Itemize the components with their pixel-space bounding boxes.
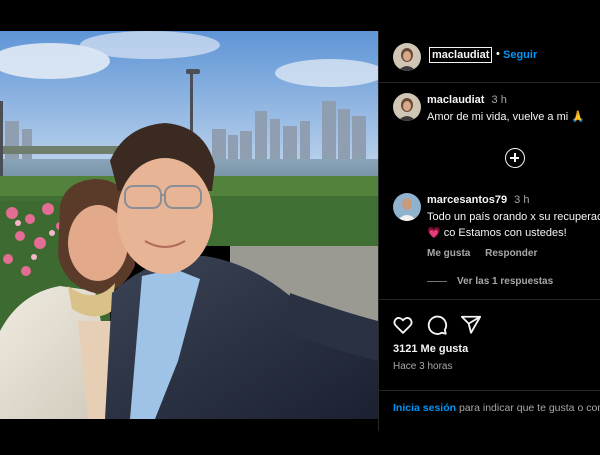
caption-text: Amor de mi vida, vuelve a mi 🙏 <box>427 111 585 123</box>
comment-icon[interactable] <box>426 314 448 336</box>
login-link[interactable]: Inicia sesión <box>393 402 456 414</box>
caption-username[interactable]: maclaudiat <box>427 94 484 106</box>
follow-button[interactable]: Seguir <box>503 49 537 61</box>
comment-meta: marcesantos79 3 h <box>427 194 529 206</box>
comment-reply-button[interactable]: Responder <box>485 248 537 259</box>
caption-time: 3 h <box>491 94 507 106</box>
login-prompt-message: para indicar que te gusta o comentar. <box>458 402 600 414</box>
login-prompt: Inicia sesión para indicar que te gusta … <box>379 390 600 431</box>
comment-text-line2: 💗 co Estamos con ustedes! <box>427 227 567 239</box>
share-icon[interactable] <box>460 314 482 336</box>
post-actions: 3121 Me gusta Hace 3 horas Inicia sesión… <box>379 299 600 431</box>
comment-text-line1: Todo un país orando x su recuperación <box>427 211 600 223</box>
likes-count[interactable]: 3121 Me gusta <box>393 343 468 355</box>
author-avatar[interactable] <box>393 43 421 71</box>
post-photo[interactable] <box>0 31 378 419</box>
post-header: maclaudiat • Seguir <box>379 31 600 83</box>
comment: marcesantos79 3 h Todo un país orando x … <box>379 193 600 273</box>
author-username[interactable]: maclaudiat <box>429 47 493 63</box>
heart-icon[interactable] <box>392 314 414 336</box>
comment-actions: Me gusta Responder <box>427 248 549 259</box>
header-separator: • <box>496 48 500 60</box>
login-prompt-text: Inicia sesión para indicar que te gusta … <box>393 401 600 416</box>
comment-username[interactable]: marcesantos79 <box>427 194 507 206</box>
comment-time: 3 h <box>514 194 530 206</box>
caption-avatar[interactable] <box>393 93 421 121</box>
post-side-panel: maclaudiat • Seguir maclaudiat 3 h Amor … <box>378 31 600 431</box>
comment-like-button[interactable]: Me gusta <box>427 248 470 259</box>
caption-avatar-image <box>393 93 421 121</box>
author-avatar-image <box>393 43 421 71</box>
post-time: Hace 3 horas <box>393 361 453 372</box>
commenter-avatar[interactable] <box>393 193 421 221</box>
caption-meta: maclaudiat 3 h <box>427 94 507 106</box>
commenter-avatar-image <box>393 193 421 221</box>
caption: maclaudiat 3 h Amor de mi vida, vuelve a… <box>379 93 600 133</box>
selfie-image <box>0 31 378 419</box>
view-replies-label: Ver las 1 respuestas <box>457 276 554 287</box>
plus-circle-icon[interactable] <box>505 148 525 168</box>
view-replies-button[interactable]: Ver las 1 respuestas <box>427 276 553 287</box>
replies-divider <box>427 280 447 282</box>
